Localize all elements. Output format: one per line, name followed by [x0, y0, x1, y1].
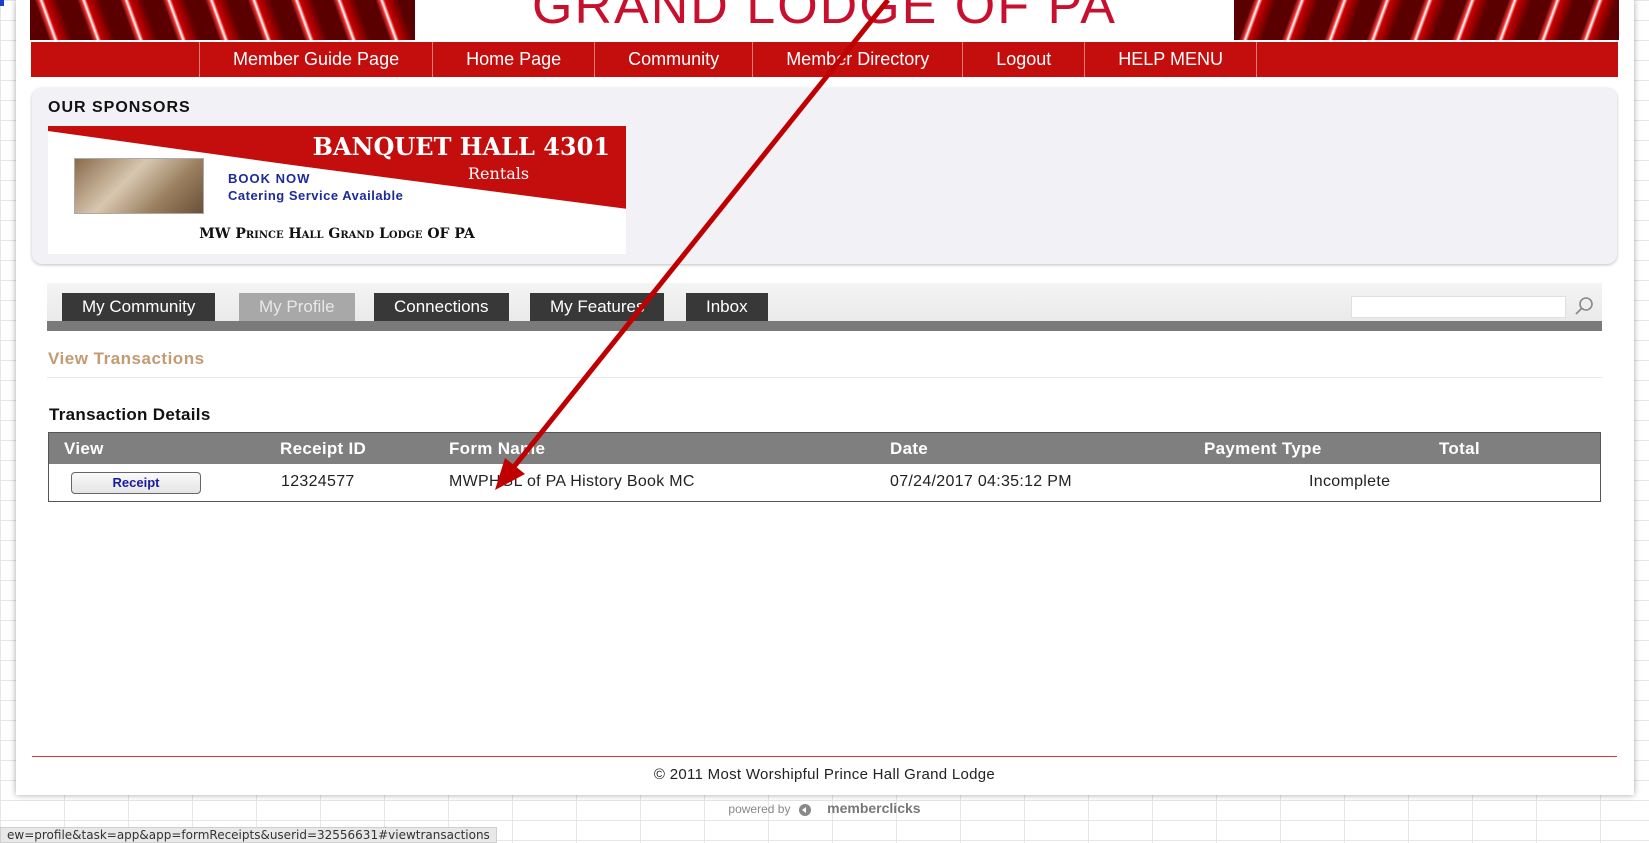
section-divider	[47, 377, 1602, 378]
powered-by-brand: memberclicks	[827, 800, 921, 816]
profile-tabs-bar: My Community My Profile Connections My F…	[47, 283, 1602, 331]
search-icon[interactable]	[1572, 294, 1596, 318]
receipt-button[interactable]: Receipt	[71, 472, 201, 494]
ad-service: Catering Service Available	[228, 188, 404, 203]
cell-payment-type: Incomplete	[1309, 473, 1391, 490]
ad-cta: BOOK NOW	[228, 171, 311, 186]
nav-home-page[interactable]: Home Page	[432, 42, 594, 77]
tab-connections[interactable]: Connections	[374, 293, 509, 321]
nav-help-menu[interactable]: HELP MENU	[1084, 42, 1257, 77]
footer-divider	[32, 756, 1617, 757]
nav-member-guide-page[interactable]: Member Guide Page	[199, 42, 432, 77]
nav-community[interactable]: Community	[594, 42, 752, 77]
banner-title: GRAND LODGE OF PA	[532, 0, 1117, 35]
sponsor-ad-banquet-hall[interactable]: BANQUET HALL 4301 Rentals BOOK NOW Cater…	[48, 126, 626, 254]
cell-date: 07/24/2017 04:35:12 PM	[890, 473, 1072, 490]
sponsors-panel: OUR SPONSORS BANQUET HALL 4301 Rentals B…	[32, 88, 1617, 264]
tabs-underline	[47, 321, 1602, 331]
footer-copyright: © 2011 Most Worshipful Prince Hall Grand…	[653, 766, 996, 783]
banner-left-graphic	[30, 0, 415, 40]
memberclicks-logo-icon	[798, 803, 820, 817]
ad-banquet-photo	[74, 158, 204, 214]
nav-logout[interactable]: Logout	[962, 42, 1084, 77]
header-banner: GRAND LODGE OF PA	[30, 0, 1619, 42]
banner-right-graphic	[1234, 0, 1619, 40]
sponsors-title: OUR SPONSORS	[48, 99, 191, 116]
col-receipt-id: Receipt ID	[280, 439, 367, 458]
transactions-table: View Receipt ID Form Name Date Payment T…	[48, 432, 1601, 502]
tab-inbox[interactable]: Inbox	[686, 293, 768, 321]
nav-member-directory[interactable]: Member Directory	[752, 42, 962, 77]
search-input[interactable]	[1351, 296, 1566, 318]
tab-my-community[interactable]: My Community	[62, 293, 216, 321]
tab-my-profile[interactable]: My Profile	[239, 293, 355, 321]
view-transactions-link[interactable]: View Transactions	[48, 349, 205, 369]
status-bar-url: ew=profile&task=app&app=formReceipts&use…	[0, 827, 497, 843]
col-total: Total	[1439, 439, 1480, 458]
col-date: Date	[890, 439, 929, 458]
powered-by-label: powered by	[728, 802, 791, 816]
table-header: View Receipt ID Form Name Date Payment T…	[49, 433, 1600, 464]
col-form-name: Form Name	[449, 439, 546, 458]
cell-form-name: MWPHGL of PA History Book MC	[449, 473, 695, 490]
col-view: View	[64, 439, 104, 458]
window-corner-marker	[0, 0, 4, 6]
ad-subline: Rentals	[468, 164, 530, 183]
powered-by[interactable]: powered by memberclicks	[0, 800, 1649, 817]
tab-my-features[interactable]: My Features	[530, 293, 665, 321]
col-payment-type: Payment Type	[1204, 439, 1322, 458]
cell-receipt-id: 12324577	[281, 473, 355, 490]
ad-org-name: MW Prince Hall Grand Lodge OF PA	[199, 226, 475, 242]
ad-headline: BANQUET HALL 4301	[312, 132, 610, 161]
transaction-details-title: Transaction Details	[49, 405, 211, 424]
main-navigation: Member Guide Page Home Page Community Me…	[31, 42, 1618, 77]
